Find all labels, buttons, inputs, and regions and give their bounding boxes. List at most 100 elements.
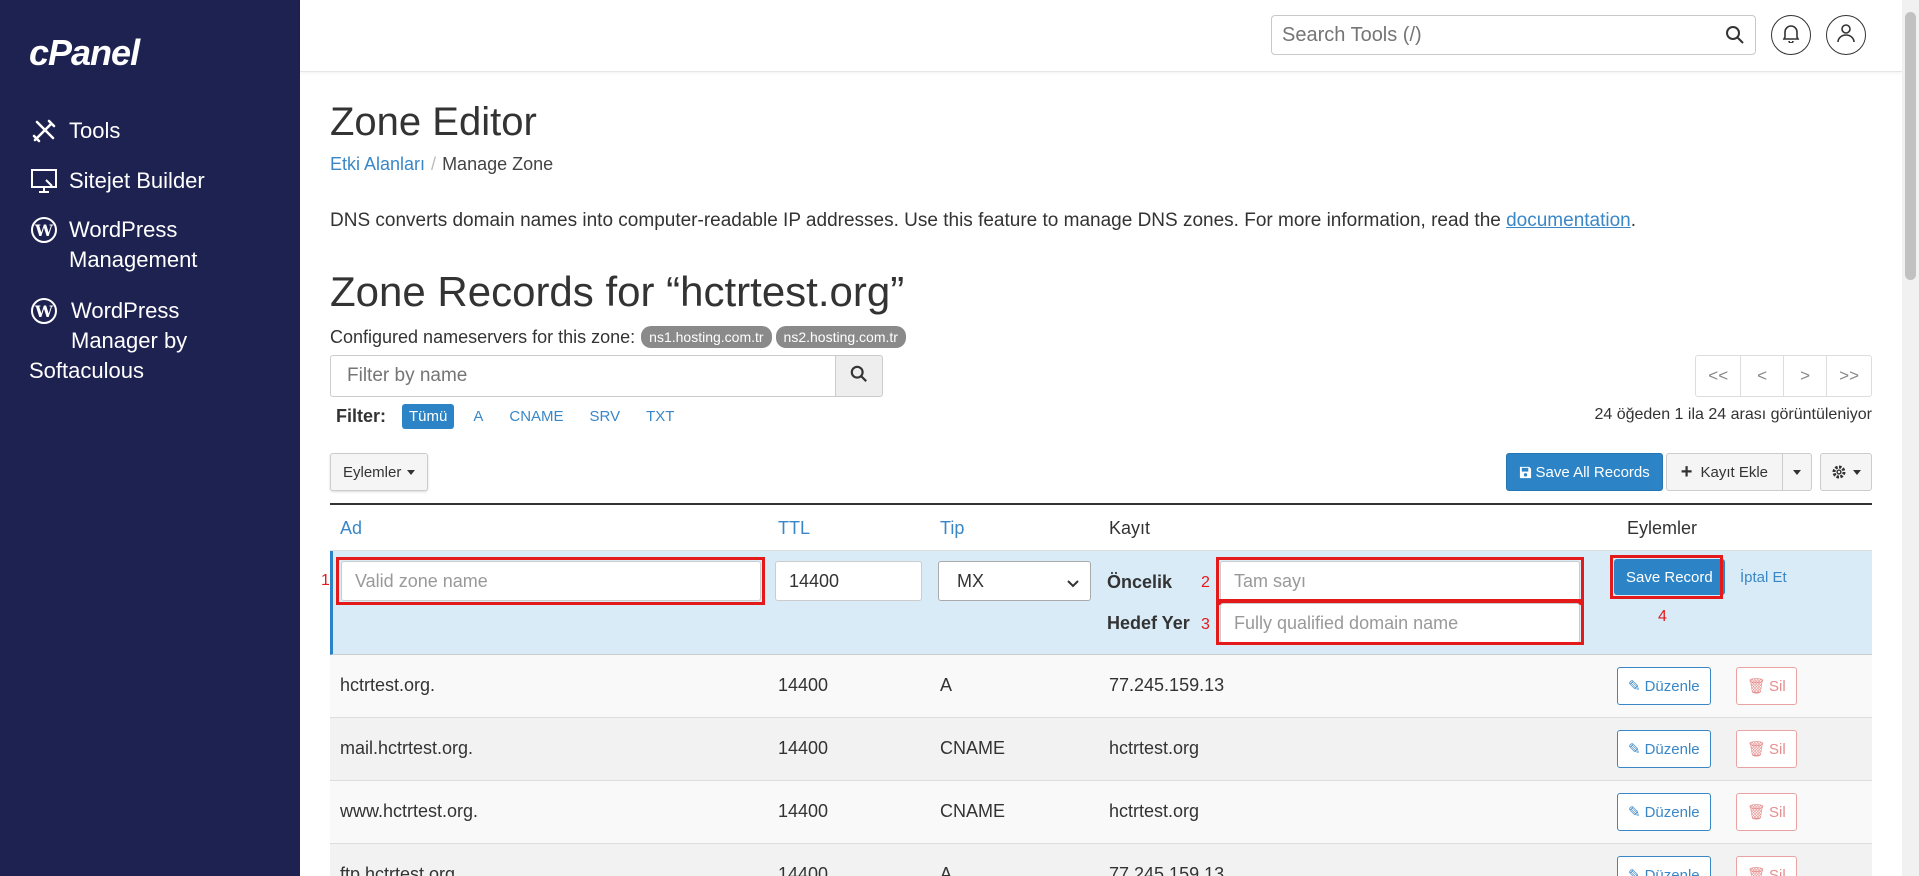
delete-button[interactable]: 🗑 Sil [1736, 793, 1797, 831]
scrollbar-thumb[interactable] [1905, 12, 1916, 280]
filter-tab-txt[interactable]: TXT [639, 404, 681, 429]
sidebar-item-label: WordPress [69, 217, 178, 242]
edit-button[interactable]: ✎ Düzenle [1617, 793, 1711, 831]
cancel-link[interactable]: İptal Et [1740, 569, 1787, 586]
records-toolbar: Save All Records + Kayıt Ekle [1505, 453, 1872, 491]
annotation-marker: 2 [1201, 574, 1210, 591]
delete-button[interactable]: 🗑 Sil [1736, 730, 1797, 768]
save-all-label: Save All Records [1535, 463, 1650, 481]
record-type: CNAME [940, 738, 1006, 758]
pager-next-button[interactable]: > [1783, 355, 1828, 397]
search-input[interactable] [1272, 16, 1702, 54]
record-ttl: 14400 [778, 675, 829, 695]
sidebar-item-sitejet[interactable]: Sitejet Builder [29, 166, 205, 196]
edit-button[interactable]: ✎ Düzenle [1617, 667, 1711, 705]
sidebar-item-label: WordPress [71, 298, 180, 323]
annotation-marker: 4 [1658, 608, 1667, 625]
zone-records-title: Zone Records for “hctrtest.org” [330, 268, 905, 315]
type-filter: Filter: Tümü A CNAME SRV TXT [336, 404, 693, 429]
filter-tab-srv[interactable]: SRV [583, 404, 628, 429]
documentation-link[interactable]: documentation [1506, 210, 1631, 231]
chevron-down-icon [1066, 575, 1080, 596]
column-header-type[interactable]: Tip [940, 518, 964, 539]
results-count: 24 öğeden 1 ila 24 arası görüntüleniyor [1594, 406, 1872, 423]
page-scrollbar[interactable] [1902, 0, 1919, 876]
sidebar-item-wordpress-management[interactable]: W WordPress Management [29, 215, 197, 275]
page-description: DNS converts domain names into computer-… [330, 210, 1637, 231]
pager-first-button[interactable]: << [1695, 355, 1742, 397]
record-name: www.hctrtest.org. [340, 801, 479, 821]
zone-records-table: Ad TTL Tip Kayıt Eylemler 1 14400 MX Önc… [321, 503, 1872, 876]
add-record-dropdown-toggle[interactable] [1782, 453, 1812, 491]
sidebar-item-tools[interactable]: Tools [29, 116, 120, 146]
page-title: Zone Editor [330, 100, 537, 144]
svg-text:W: W [34, 221, 54, 240]
filter-name-input[interactable] [331, 356, 835, 396]
record-value: hctrtest.org [1109, 738, 1200, 758]
column-header-record: Kayıt [1109, 518, 1151, 538]
target-field[interactable] [1220, 603, 1580, 643]
search-icon [850, 365, 868, 388]
record-name-input[interactable] [355, 563, 760, 599]
sidebar-item-label: Sitejet Builder [69, 168, 205, 193]
record-type-value: MX [957, 570, 984, 591]
target-input[interactable] [1234, 605, 1579, 641]
record-type-select[interactable]: MX [938, 561, 1091, 601]
actions-dropdown[interactable]: Eylemler [330, 453, 429, 491]
wordpress-icon: W [29, 215, 59, 245]
trash-icon: 🗑 [1747, 678, 1767, 695]
trash-icon: 🗑 [1747, 804, 1767, 821]
delete-button[interactable]: 🗑 Sil [1736, 856, 1797, 876]
target-label: Hedef Yer [1107, 613, 1190, 633]
sitejet-icon [29, 166, 59, 196]
breadcrumb-parent-link[interactable]: Etki Alanları [330, 154, 425, 174]
filter-search-button[interactable] [835, 355, 883, 397]
search-tools[interactable] [1271, 15, 1756, 55]
settings-dropdown[interactable] [1820, 453, 1872, 491]
priority-field[interactable] [1220, 561, 1580, 601]
sidebar-item-wordpress-softaculous[interactable]: W WordPress Manager by Softaculous [29, 296, 187, 386]
priority-input[interactable] [1234, 563, 1579, 599]
table-row: ftp.hctrtest.org. 14400 A 77.245.159.13 … [330, 844, 1872, 876]
pager-prev-button[interactable]: < [1740, 355, 1785, 397]
edit-button[interactable]: ✎ Düzenle [1617, 856, 1711, 876]
save-record-button[interactable]: Save Record [1614, 559, 1725, 595]
edit-button[interactable]: ✎ Düzenle [1617, 730, 1711, 768]
pager-last-button[interactable]: >> [1826, 355, 1872, 397]
priority-label: Öncelik [1107, 572, 1173, 592]
trash-icon: 🗑 [1747, 867, 1767, 876]
sidebar: cPanel Tools Sitejet Builder W WordPress… [0, 0, 300, 876]
cpanel-logo[interactable]: cPanel [29, 32, 140, 74]
sidebar-item-label: Tools [69, 118, 121, 143]
ttl-field[interactable]: 14400 [775, 561, 922, 601]
tools-icon [29, 116, 59, 146]
column-header-name[interactable]: Ad [340, 518, 362, 539]
pagination: << < > >> [1695, 355, 1872, 397]
pencil-icon: ✎ [1628, 741, 1641, 758]
search-icon[interactable] [1725, 25, 1745, 50]
caret-down-icon [407, 469, 416, 475]
column-header-ttl[interactable]: TTL [778, 518, 810, 539]
delete-button[interactable]: 🗑 Sil [1736, 667, 1797, 705]
svg-text:W: W [34, 302, 54, 321]
record-name-field[interactable] [341, 561, 761, 601]
user-menu-button[interactable] [1826, 15, 1866, 55]
breadcrumb-current: Manage Zone [442, 154, 554, 174]
actions-label: Eylemler [343, 463, 402, 481]
record-ttl: 14400 [778, 801, 829, 821]
filter-by-name[interactable] [330, 355, 836, 397]
table-row: www.hctrtest.org. 14400 CNAME hctrtest.o… [330, 781, 1872, 844]
filter-tab-all[interactable]: Tümü [402, 404, 455, 429]
record-name: mail.hctrtest.org. [340, 738, 474, 758]
wordpress-icon: W [29, 296, 59, 326]
add-record-button[interactable]: + Kayıt Ekle [1665, 453, 1783, 491]
filter-tab-cname[interactable]: CNAME [502, 404, 570, 429]
column-header-actions: Eylemler [1627, 518, 1698, 538]
notifications-button[interactable] [1771, 15, 1811, 55]
save-all-records-button[interactable]: Save All Records [1505, 453, 1663, 491]
nameservers-label: Configured nameservers for this zone: [330, 326, 636, 347]
filter-tab-a[interactable]: A [466, 404, 490, 429]
record-name: hctrtest.org. [340, 675, 436, 695]
plus-icon: + [1680, 460, 1693, 483]
table-header: Ad TTL Tip Kayıt Eylemler [330, 505, 1872, 551]
